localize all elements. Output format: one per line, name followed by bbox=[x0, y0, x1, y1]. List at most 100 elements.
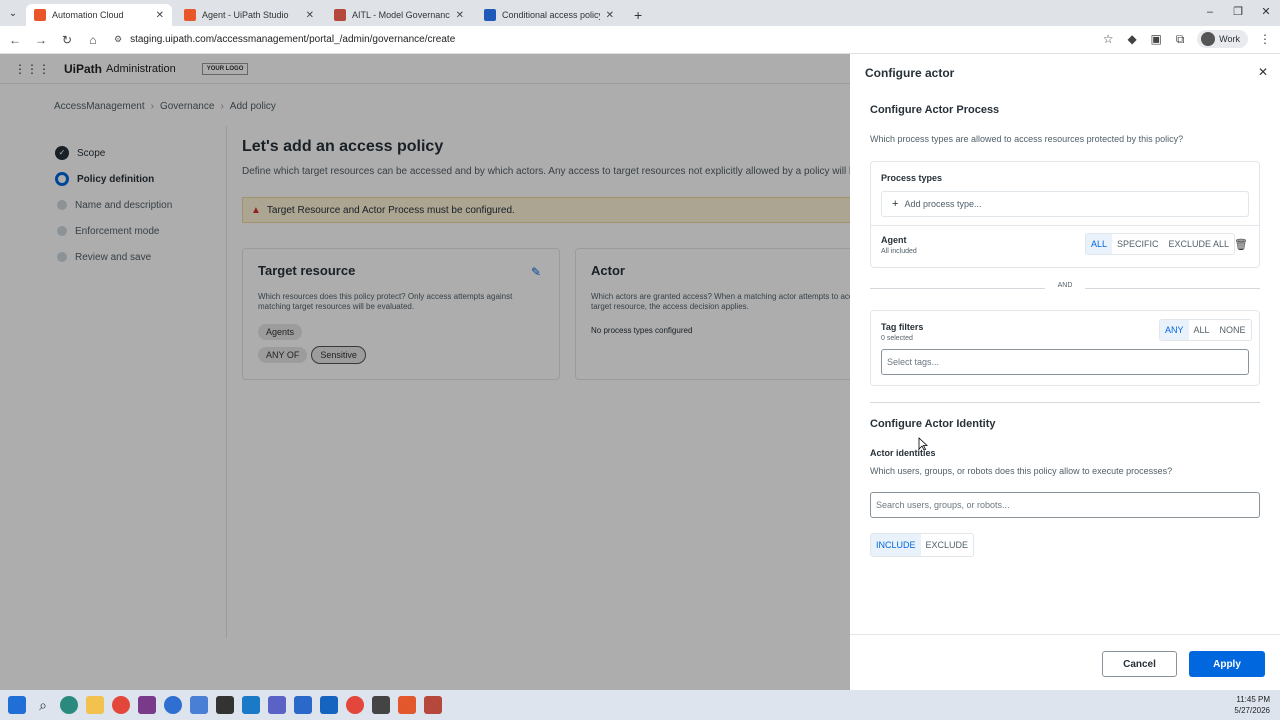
taskbar-app-icon[interactable] bbox=[372, 696, 390, 714]
agent-mode-exclude-all[interactable]: EXCLUDE ALL bbox=[1164, 234, 1235, 254]
windows-start-icon[interactable] bbox=[8, 696, 26, 714]
taskbar-teams-icon[interactable] bbox=[268, 696, 286, 714]
os-taskbar: ⌕ 11:45 PM 5/27/2026 bbox=[0, 690, 1280, 720]
identity-mode-include[interactable]: INCLUDE bbox=[871, 534, 921, 556]
url-text: staging.uipath.com/accessmanagement/port… bbox=[130, 34, 456, 45]
plus-icon: + bbox=[892, 198, 899, 210]
actor-identity-heading: Configure Actor Identity bbox=[870, 418, 996, 430]
browser-tab-2[interactable]: AITL - Model Governance - De ✕ bbox=[326, 4, 472, 26]
extension-s-icon[interactable]: ▣ bbox=[1149, 32, 1163, 46]
agent-mode-toggle: ALL SPECIFIC EXCLUDE ALL bbox=[1085, 233, 1236, 255]
taskbar-terminal-icon[interactable] bbox=[216, 696, 234, 714]
browser-tab-1[interactable]: Agent - UiPath Studio ✕ bbox=[176, 4, 322, 26]
configure-actor-panel: Configure actor ✕ Configure Actor Proces… bbox=[850, 54, 1280, 690]
cancel-button[interactable]: Cancel bbox=[1102, 651, 1177, 677]
bookmark-star-icon[interactable]: ☆ bbox=[1101, 32, 1115, 46]
tab-close-icon[interactable]: ✕ bbox=[156, 10, 164, 21]
tag-mode-any[interactable]: ANY bbox=[1160, 320, 1189, 340]
divider bbox=[871, 225, 1259, 226]
tab-close-icon[interactable]: ✕ bbox=[606, 10, 614, 21]
minimize-icon[interactable]: – bbox=[1196, 0, 1224, 26]
taskbar-search-icon[interactable]: ⌕ bbox=[34, 696, 52, 714]
actor-identities-description: Which users, groups, or robots does this… bbox=[870, 466, 1173, 476]
profile-chip[interactable]: Work bbox=[1197, 30, 1248, 48]
apply-button[interactable]: Apply bbox=[1189, 651, 1265, 677]
taskbar-app-icon[interactable] bbox=[424, 696, 442, 714]
tag-filters-count: 0 selected bbox=[881, 335, 913, 342]
search-identities-input[interactable]: Search users, groups, or robots... bbox=[870, 492, 1260, 518]
tab-favicon-icon bbox=[334, 9, 346, 21]
select-tags-input[interactable]: Select tags... bbox=[881, 349, 1249, 375]
extension-icon[interactable]: ◆ bbox=[1125, 32, 1139, 46]
profile-label: Work bbox=[1219, 34, 1240, 44]
taskbar-vscode-icon[interactable] bbox=[242, 696, 260, 714]
browser-tab-0[interactable]: Automation Cloud ✕ bbox=[26, 4, 172, 26]
reload-icon[interactable]: ↻ bbox=[56, 33, 78, 47]
agent-mode-all[interactable]: ALL bbox=[1086, 234, 1113, 254]
and-separator: AND bbox=[870, 282, 1260, 294]
delete-trash-icon[interactable]: 🗑 bbox=[1234, 238, 1248, 251]
extensions-puzzle-icon[interactable]: ⧉ bbox=[1173, 32, 1187, 46]
agent-sub-label: All included bbox=[881, 248, 917, 255]
window-controls: – ❐ ✕ bbox=[1196, 0, 1280, 26]
tab-close-icon[interactable]: ✕ bbox=[306, 10, 314, 21]
panel-title: Configure actor bbox=[865, 66, 955, 80]
browser-tab-bar: ⌄ Automation Cloud ✕ Agent - UiPath Stud… bbox=[0, 0, 1280, 26]
close-icon[interactable]: ✕ bbox=[1258, 65, 1268, 79]
identity-mode-toggle: INCLUDE EXCLUDE bbox=[870, 533, 975, 557]
browser-tab-3[interactable]: Conditional access policy - Clo ✕ bbox=[476, 4, 622, 26]
agent-mode-specific[interactable]: SPECIFIC bbox=[1112, 234, 1164, 254]
back-icon[interactable]: ← bbox=[4, 33, 26, 47]
tag-filters-label: Tag filters bbox=[881, 322, 924, 332]
tab-title: AITL - Model Governance - De bbox=[352, 10, 450, 20]
section-divider bbox=[870, 402, 1260, 403]
identity-mode-exclude[interactable]: EXCLUDE bbox=[921, 534, 974, 556]
taskbar-explorer-icon[interactable] bbox=[86, 696, 104, 714]
site-info-icon[interactable]: ⚙ bbox=[114, 34, 122, 45]
divider bbox=[1085, 288, 1260, 289]
taskbar-app-icon[interactable] bbox=[190, 696, 208, 714]
panel-footer: Cancel Apply bbox=[850, 634, 1280, 690]
system-clock[interactable]: 11:45 PM 5/27/2026 bbox=[1234, 694, 1270, 716]
actor-process-description: Which process types are allowed to acces… bbox=[870, 134, 1184, 144]
taskbar-outlook-icon[interactable] bbox=[320, 696, 338, 714]
forward-icon[interactable]: → bbox=[30, 33, 52, 47]
taskbar-app-icon[interactable] bbox=[294, 696, 312, 714]
tab-title: Conditional access policy - Clo bbox=[502, 10, 600, 20]
taskbar-edge-icon[interactable] bbox=[60, 696, 78, 714]
browser-actions: ☆ ◆ ▣ ⧉ Work ⋮ bbox=[1101, 30, 1272, 48]
tab-title: Automation Cloud bbox=[52, 10, 124, 20]
home-icon[interactable]: ⌂ bbox=[82, 33, 104, 47]
maximize-icon[interactable]: ❐ bbox=[1224, 0, 1252, 26]
tag-filters-box: Tag filters 0 selected ANY ALL NONE Sele… bbox=[870, 310, 1260, 386]
taskbar-chrome-icon[interactable] bbox=[346, 696, 364, 714]
taskbar-app-icon[interactable] bbox=[398, 696, 416, 714]
url-field[interactable]: ⚙ staging.uipath.com/accessmanagement/po… bbox=[114, 34, 455, 45]
taskbar-app-icon[interactable] bbox=[164, 696, 182, 714]
tab-close-icon[interactable]: ✕ bbox=[456, 10, 464, 21]
tab-title: Agent - UiPath Studio bbox=[202, 10, 289, 20]
window-close-icon[interactable]: ✕ bbox=[1252, 0, 1280, 26]
tab-favicon-icon bbox=[184, 9, 196, 21]
tag-mode-none[interactable]: NONE bbox=[1215, 320, 1251, 340]
tab-search-icon[interactable]: ⌄ bbox=[0, 0, 26, 26]
browser-menu-icon[interactable]: ⋮ bbox=[1258, 32, 1272, 46]
taskbar-slack-icon[interactable] bbox=[138, 696, 156, 714]
tag-mode-toggle: ANY ALL NONE bbox=[1159, 319, 1252, 341]
tab-favicon-icon bbox=[34, 9, 46, 21]
add-process-type-input[interactable]: + Add process type... bbox=[881, 191, 1249, 217]
tab-favicon-icon bbox=[484, 9, 496, 21]
avatar bbox=[1201, 32, 1216, 46]
actor-process-heading: Configure Actor Process bbox=[870, 104, 1000, 116]
add-process-placeholder: Add process type... bbox=[904, 199, 982, 209]
address-bar: ← → ↻ ⌂ ⚙ staging.uipath.com/accessmanag… bbox=[0, 26, 1280, 54]
clock-time: 11:45 PM bbox=[1236, 695, 1270, 704]
mouse-cursor-icon bbox=[918, 437, 928, 451]
agent-label: Agent bbox=[881, 235, 907, 245]
clock-date: 5/27/2026 bbox=[1234, 706, 1270, 715]
tag-mode-all[interactable]: ALL bbox=[1189, 320, 1215, 340]
modal-backdrop[interactable] bbox=[0, 54, 850, 690]
new-tab-icon[interactable]: + bbox=[626, 4, 650, 26]
process-types-label: Process types bbox=[881, 173, 943, 183]
taskbar-chrome-icon[interactable] bbox=[112, 696, 130, 714]
